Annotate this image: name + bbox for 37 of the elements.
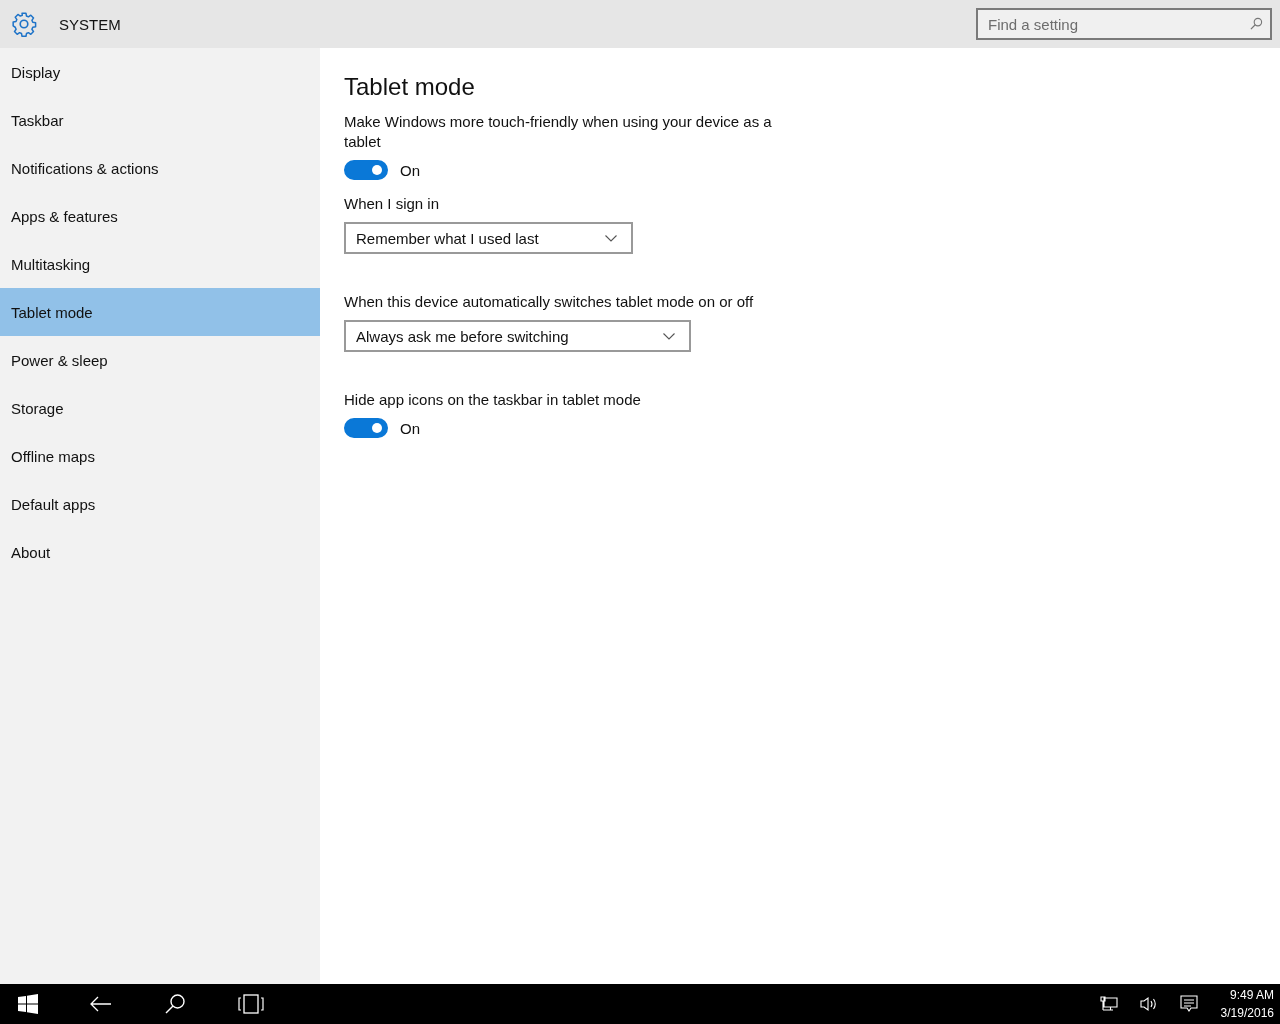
dropdown[interactable]: Remember what I used last bbox=[344, 222, 633, 254]
toggle-switch[interactable] bbox=[344, 160, 388, 180]
sidebar-item[interactable]: Display bbox=[0, 48, 320, 96]
task-view-icon[interactable] bbox=[238, 994, 264, 1014]
clock-time: 9:49 AM bbox=[1229, 987, 1274, 1004]
setting-label: When this device automatically switches tablet mode on or off bbox=[344, 292, 755, 312]
back-arrow-icon[interactable] bbox=[90, 996, 112, 1012]
sidebar-item[interactable]: Power & sleep bbox=[0, 336, 320, 384]
setting-label: Hide app icons on the taskbar in tablet mode bbox=[344, 390, 642, 410]
clock-date: 3/19/2016 bbox=[1220, 1005, 1274, 1022]
sidebar-item[interactable]: Storage bbox=[0, 384, 320, 432]
sidebar-item[interactable]: Notifications & actions bbox=[0, 144, 320, 192]
sidebar-item[interactable]: Tablet mode bbox=[0, 288, 320, 336]
window-title: SYSTEM bbox=[59, 15, 122, 33]
speaker-icon[interactable] bbox=[1139, 996, 1158, 1012]
sidebar-item[interactable]: Multitasking bbox=[0, 240, 320, 288]
setting-label: When I sign in bbox=[344, 194, 441, 214]
toggle-switch[interactable] bbox=[344, 418, 388, 438]
search-icon[interactable] bbox=[164, 993, 186, 1015]
toggle-state-text: On bbox=[400, 419, 420, 437]
sidebar-item[interactable]: Apps & features bbox=[0, 192, 320, 240]
windows-logo-icon[interactable] bbox=[18, 994, 38, 1014]
network-icon[interactable] bbox=[1099, 996, 1118, 1012]
page-title: Tablet mode bbox=[344, 72, 476, 102]
message-icon[interactable] bbox=[1179, 995, 1198, 1013]
sidebar-item[interactable]: Taskbar bbox=[0, 96, 320, 144]
chevron-down-icon bbox=[604, 234, 617, 242]
settings-icon bbox=[11, 11, 37, 37]
setting-label: Make Windows more touch-friendly when using your device as a tablet bbox=[344, 112, 773, 152]
toggle-state-text: On bbox=[400, 161, 420, 179]
search-field[interactable]: Find a setting bbox=[976, 8, 1272, 40]
dropdown[interactable]: Always ask me before switching bbox=[344, 320, 691, 352]
sidebar-item[interactable]: Default apps bbox=[0, 480, 320, 528]
search-icon bbox=[1250, 17, 1263, 30]
sidebar-item[interactable]: Offline maps bbox=[0, 432, 320, 480]
sidebar-item[interactable]: About bbox=[0, 528, 320, 576]
chevron-down-icon bbox=[662, 332, 675, 340]
